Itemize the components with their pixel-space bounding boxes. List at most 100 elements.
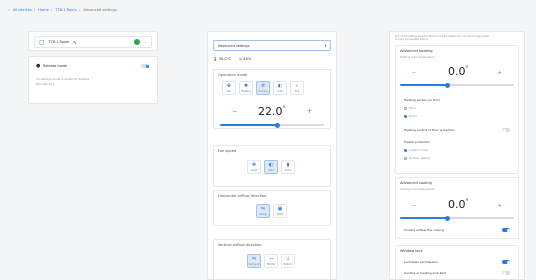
radio-default[interactable]: Default setting <box>404 156 430 160</box>
back-chevron-icon[interactable]: ‹ <box>8 8 9 12</box>
operation-mode-option-heating[interactable]: ✹ Heating <box>239 81 253 95</box>
release-mode-toggle[interactable] <box>141 64 149 68</box>
freeze-protection-title: Freeze protection <box>404 140 431 144</box>
operation-mode-option-dry[interactable]: ⬨ Dry <box>290 81 304 95</box>
fan-speed-option-label: Turbo <box>284 168 292 172</box>
radio-default-icon <box>404 156 407 160</box>
temperature-slider[interactable] <box>220 122 324 128</box>
window-lock-section: Window lock Lockdown permissions Cooling… <box>395 245 519 280</box>
cooling-slider[interactable] <box>400 215 514 221</box>
lock-limit-label: Cooling or heating lock-limit <box>404 271 447 275</box>
fan-speed-title: Fan speed <box>218 149 237 153</box>
arrow-icon: → <box>268 255 274 262</box>
cooling-decrease-button[interactable]: − <box>412 203 416 209</box>
temp-decrease-button[interactable]: − <box>232 108 237 115</box>
chevron-down-icon[interactable]: ⌄ <box>144 40 147 44</box>
vertical-airflow-option-swing-all[interactable]: ⇋ Swing all <box>247 254 261 268</box>
lockdown-label: Lockdown permissions <box>404 260 438 264</box>
release-mode-description: All settings mode is active for Release <box>36 77 90 81</box>
cooling-temp-label: Cooling room temperature <box>400 188 435 191</box>
vertical-airflow-option-bottom[interactable]: ↓ Bottom <box>281 254 295 268</box>
operation-mode-option-label: Cooling <box>258 89 268 93</box>
cooling-increase-button[interactable]: + <box>498 203 502 209</box>
operation-mode-option-cooling[interactable]: ❄ Cooling <box>256 81 270 95</box>
humidity-icon: ◎ <box>239 57 243 61</box>
horizontal-airflow-title: Horizontal airflow direction <box>218 194 267 198</box>
cooling-airflow-label: Cooling airflow the cooling <box>404 228 444 232</box>
heating-slider-knob[interactable] <box>445 82 451 88</box>
window-lock-title: Window lock <box>400 249 423 253</box>
heating-slider[interactable] <box>400 82 514 88</box>
heating-increase-button[interactable]: + <box>498 70 502 76</box>
lock-icon: ▣ <box>277 205 283 212</box>
temperature-slider-knob[interactable] <box>274 122 280 128</box>
operation-mode-option-label: Dry <box>294 89 300 93</box>
heating-decrease-button[interactable]: − <box>412 70 416 76</box>
radio-room[interactable]: Room <box>404 114 417 118</box>
fan-icon: ✤ <box>251 161 257 168</box>
flame-icon: ✹ <box>243 82 249 89</box>
cooling-airflow-toggle[interactable] <box>502 228 510 232</box>
horizontal-airflow-option-swing[interactable]: ⇋ Swing <box>256 204 270 218</box>
operation-mode-option-label: Fan <box>226 89 232 93</box>
fan-speed-section: Fan speed ✤ Quiet ◐ Auto ▮ Turbo <box>213 145 331 187</box>
operation-mode-option-label: Auto <box>277 89 283 93</box>
operation-mode-option-auto[interactable]: ◐ Auto <box>273 81 287 95</box>
radio-room-icon <box>404 114 407 118</box>
swing-icon: ⇋ <box>260 205 266 212</box>
info-note-2: by using the available options <box>395 38 428 41</box>
breadcrumb-item-home[interactable]: Home <box>38 8 49 12</box>
fan-speed-option-turbo[interactable]: ▮ Turbo <box>281 160 295 174</box>
advanced-heating-title: Advanced heating <box>400 49 433 53</box>
radio-floor[interactable]: Floor <box>404 106 416 110</box>
release-mode-schedule: Mon-Sat 20.1 <box>36 82 55 86</box>
heating-temp-label: Heating room temperature <box>400 56 435 59</box>
arrow-down-icon: ↓ <box>285 255 291 262</box>
horizontal-airflow-option-label: Swing <box>259 212 267 216</box>
edit-icon[interactable]: ✎ <box>73 40 76 45</box>
breadcrumb-item-all-devices[interactable]: All devices <box>13 8 32 12</box>
cooling-slider-knob[interactable] <box>445 215 451 221</box>
operation-mode-option-fan[interactable]: ✤ Fan <box>222 81 236 95</box>
breadcrumb: ‹ All devices / Home / TTB-1 Room / Advance… <box>8 8 117 12</box>
horizontal-airflow-option-label: Fixed <box>276 212 284 216</box>
release-mode-panel: ● Release mode All settings mode is acti… <box>28 56 158 104</box>
heating-slider-fill <box>400 84 448 86</box>
breadcrumb-item-current: Advanced settings <box>83 8 117 12</box>
settings-dropdown[interactable]: Advanced settings ℹ <box>213 40 331 51</box>
vertical-airflow-option-label: Middle <box>267 262 275 266</box>
horizontal-airflow-option-fixed[interactable]: ▣ Fixed <box>273 204 287 218</box>
auto-icon: ◐ <box>268 161 274 168</box>
info-icon: ℹ <box>324 43 326 48</box>
vertical-airflow-option-label: Bottom <box>283 262 293 266</box>
lockdown-toggle[interactable] <box>502 260 510 264</box>
auto-icon: ◐ <box>277 82 283 89</box>
radio-custom[interactable]: Custom mode <box>404 148 429 152</box>
advanced-settings-panel: The current settings allow the device to… <box>389 31 525 280</box>
snowflake-icon: ❄ <box>260 82 266 89</box>
fan-speed-option-quiet[interactable]: ✤ Quiet <box>247 160 261 174</box>
vertical-airflow-option-middle[interactable]: → Middle <box>264 254 278 268</box>
operation-mode-section: Operation mode ✤ Fan ✹ Heating ❄ Cooling ◐ Auto… <box>213 69 331 129</box>
release-mode-title: Release mode <box>43 64 67 68</box>
vertical-airflow-title: Vertical airflow direction <box>218 243 262 247</box>
thermometer-icon: 🌡︎ <box>213 57 218 61</box>
bars-icon: ▮ <box>286 161 290 168</box>
temp-increase-button[interactable]: + <box>307 108 312 115</box>
device-icon: ▢ <box>39 38 45 46</box>
breadcrumb-item-device[interactable]: TTB-1 Room <box>55 8 77 12</box>
lock-limit-toggle[interactable] <box>502 271 510 275</box>
fan-speed-option-label: Auto <box>268 168 274 172</box>
device-selector[interactable]: ▢ TTB-1 Room ✎ ⌄ <box>34 36 152 48</box>
vertical-airflow-options: ⇋ Swing all → Middle ↓ Bottom <box>247 254 295 268</box>
cooling-slider-fill <box>400 217 448 219</box>
floor-protection-toggle[interactable] <box>502 128 510 132</box>
fan-speed-option-label: Quiet <box>250 168 258 172</box>
advanced-cooling-section: Advanced cooling Cooling room temperatur… <box>395 177 519 239</box>
advanced-heating-section: Advanced heating Heating room temperatur… <box>395 45 519 174</box>
advanced-cooling-title: Advanced cooling <box>400 181 432 185</box>
fan-speed-option-auto[interactable]: ◐ Auto <box>264 160 278 174</box>
operation-mode-title: Operation mode <box>218 73 248 77</box>
target-temperature: 22.0° <box>258 105 286 118</box>
device-selector-card: ▢ TTB-1 Room ✎ ⌄ <box>28 31 158 51</box>
